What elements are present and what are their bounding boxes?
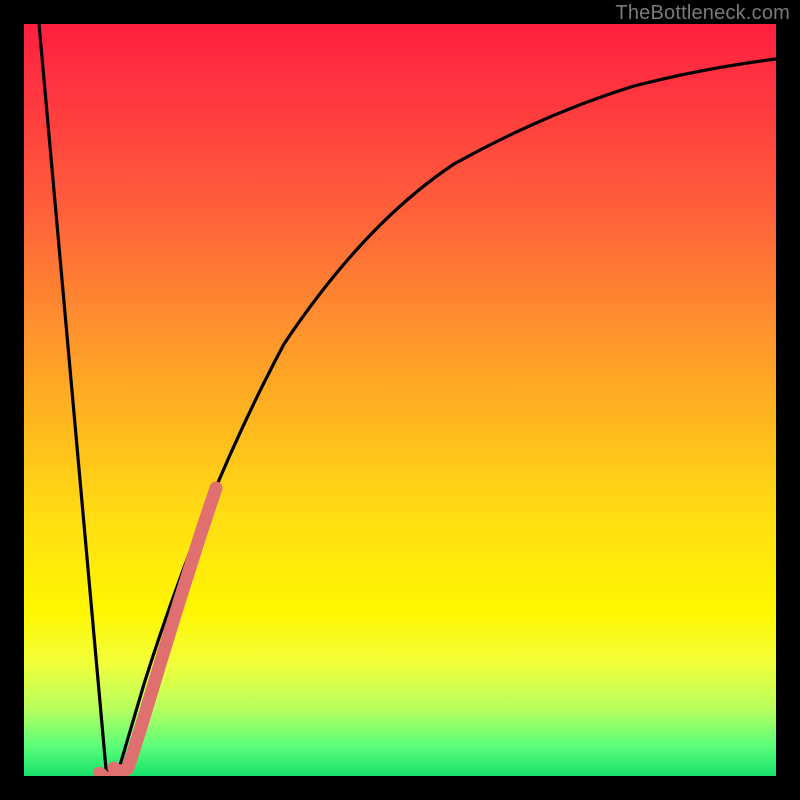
watermark-text: TheBottleneck.com — [615, 2, 790, 25]
plot-svg — [24, 24, 776, 776]
main-curve — [39, 24, 776, 775]
chart-stage: TheBottleneck.com — [0, 0, 800, 800]
plot-area — [24, 24, 776, 776]
